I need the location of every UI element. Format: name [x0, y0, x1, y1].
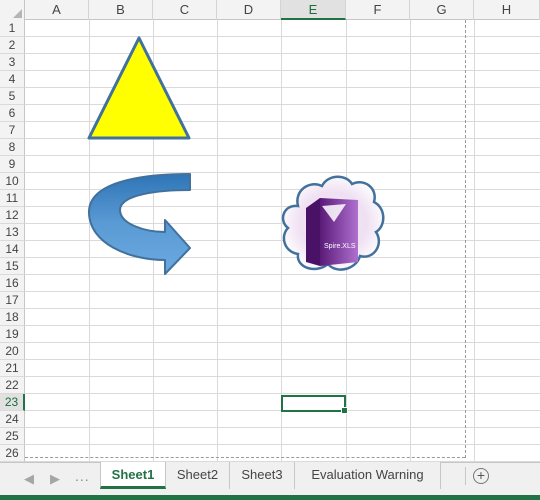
- column-header-g[interactable]: G: [410, 0, 474, 20]
- column-header-h[interactable]: H: [474, 0, 540, 20]
- tab-sheet1[interactable]: Sheet1: [100, 462, 166, 489]
- gridline: [25, 291, 540, 292]
- row-header-9[interactable]: 9: [0, 156, 25, 173]
- row-header-22[interactable]: 22: [0, 377, 25, 394]
- column-header-c[interactable]: C: [153, 0, 217, 20]
- row-header-8[interactable]: 8: [0, 139, 25, 156]
- status-bar-accent: [0, 495, 540, 500]
- select-all-icon: [13, 9, 22, 18]
- row-header-26[interactable]: 26: [0, 445, 25, 462]
- row-header-24[interactable]: 24: [0, 411, 25, 428]
- row-header-6[interactable]: 6: [0, 105, 25, 122]
- product-box-label: Spire.XLS: [324, 243, 356, 250]
- selected-cell-e23[interactable]: [281, 395, 348, 414]
- add-sheet-icon[interactable]: +: [473, 468, 489, 484]
- worksheet-grid[interactable]: A B C D E F G H 1 2 3 4 5 6 7 8 9 10 11 12 13 14 15 16 1…: [0, 0, 540, 462]
- gridline: [25, 308, 540, 309]
- tab-separator: [465, 467, 466, 485]
- product-box-side: [306, 198, 320, 266]
- tab-scroll-left-icon[interactable]: ◀: [24, 471, 34, 487]
- row-header-17[interactable]: 17: [0, 292, 25, 309]
- column-header-a[interactable]: A: [25, 0, 89, 20]
- row-header-19[interactable]: 19: [0, 326, 25, 343]
- tab-evaluation-warning[interactable]: Evaluation Warning: [295, 462, 441, 489]
- column-header-f[interactable]: F: [346, 0, 410, 20]
- select-all-button[interactable]: [0, 0, 25, 20]
- page-break-vertical: [465, 20, 466, 458]
- row-header-23[interactable]: 23: [0, 394, 25, 411]
- row-header-18[interactable]: 18: [0, 309, 25, 326]
- tab-overflow-ellipsis[interactable]: ...: [75, 468, 90, 484]
- u-turn-arrow-shape[interactable]: [85, 170, 195, 278]
- tab-scroll-right-icon[interactable]: ▶: [50, 471, 60, 487]
- column-header-d[interactable]: D: [217, 0, 281, 20]
- row-header-12[interactable]: 12: [0, 207, 25, 224]
- row-header-15[interactable]: 15: [0, 258, 25, 275]
- gridline: [25, 155, 540, 156]
- gridline: [25, 427, 540, 428]
- page-break-horizontal: [25, 457, 465, 458]
- row-header-1[interactable]: 1: [0, 20, 25, 37]
- row-header-20[interactable]: 20: [0, 343, 25, 360]
- column-header-b[interactable]: B: [89, 0, 153, 20]
- row-header-21[interactable]: 21: [0, 360, 25, 377]
- fill-handle[interactable]: [341, 407, 348, 414]
- cloud-image-shape[interactable]: Spire.XLS: [276, 170, 388, 278]
- row-header-4[interactable]: 4: [0, 71, 25, 88]
- row-header-25[interactable]: 25: [0, 428, 25, 445]
- sheet-tab-bar: ◀ ▶ ... Sheet1 Sheet2 Sheet3 Evaluation …: [0, 462, 540, 500]
- row-header-11[interactable]: 11: [0, 190, 25, 207]
- row-header-10[interactable]: 10: [0, 173, 25, 190]
- row-header-16[interactable]: 16: [0, 275, 25, 292]
- gridline: [25, 342, 540, 343]
- column-header-e[interactable]: E: [281, 0, 346, 20]
- gridline: [25, 376, 540, 377]
- row-header-14[interactable]: 14: [0, 241, 25, 258]
- row-header-3[interactable]: 3: [0, 54, 25, 71]
- column-header-row: A B C D E F G H: [0, 0, 540, 20]
- row-header-2[interactable]: 2: [0, 37, 25, 54]
- tab-sheet3[interactable]: Sheet3: [230, 462, 295, 489]
- triangle-shape[interactable]: [85, 34, 195, 142]
- row-header-5[interactable]: 5: [0, 88, 25, 105]
- tab-sheet2[interactable]: Sheet2: [166, 462, 230, 489]
- gridline: [25, 444, 540, 445]
- row-header-7[interactable]: 7: [0, 122, 25, 139]
- gridline: [25, 325, 540, 326]
- gridline: [25, 359, 540, 360]
- row-header-13[interactable]: 13: [0, 224, 25, 241]
- gridline: [25, 393, 540, 394]
